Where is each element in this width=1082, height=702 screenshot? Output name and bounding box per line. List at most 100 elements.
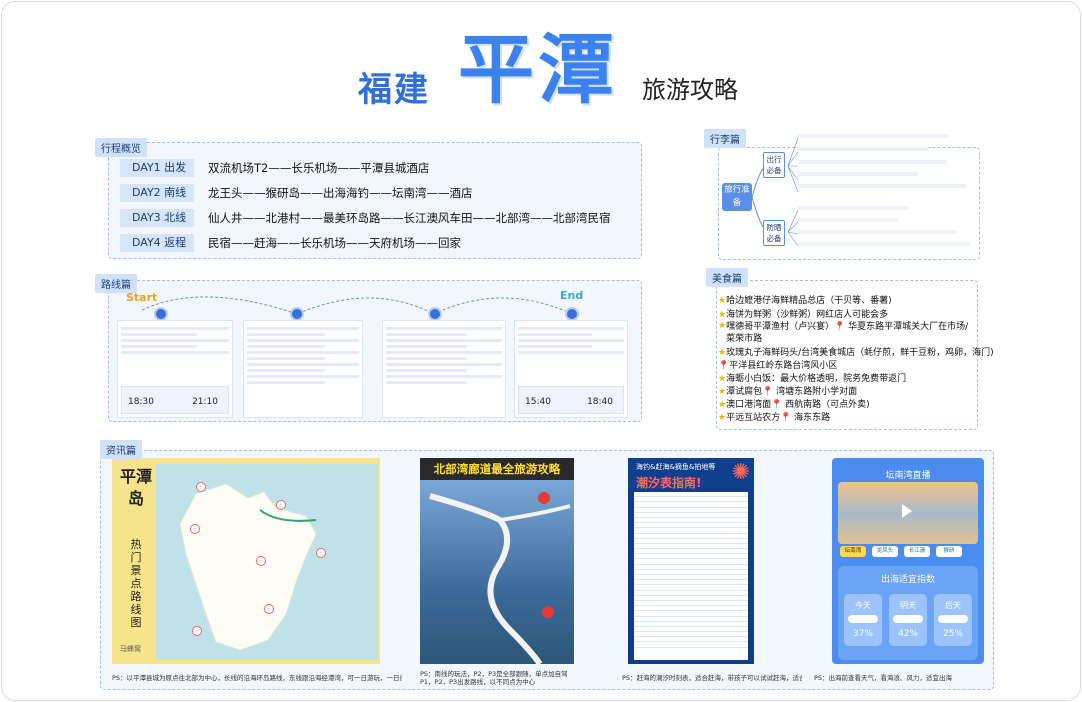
luggage-leaf <box>798 160 946 164</box>
forecast-day-after: 后天 25% <box>934 594 972 646</box>
island-shape <box>179 483 317 651</box>
food-item: ★平远互站农方📍 海东东路 <box>718 413 831 423</box>
itinerary-tag: 行程概览 <box>95 138 147 157</box>
luggage-leaf <box>798 230 956 234</box>
map-subtitle: 热门景点路线图 <box>130 538 142 629</box>
flight-departure-time: 18:30 <box>128 397 154 407</box>
tide-caption: PS：赶海的潮汐时刻表，适合赶海，带孩子可以试试赶海，适合看海 <box>622 674 802 682</box>
map-title: 平潭岛 <box>119 467 152 508</box>
luggage-branch-travel: 出行必备 <box>763 152 785 178</box>
title-main: 平潭 <box>458 25 618 114</box>
flight-card-outbound: 18:30 21:10 <box>121 386 229 414</box>
star-icon: ★ <box>718 413 727 423</box>
map-sea: · · · · · · · <box>156 464 378 660</box>
luggage-leaf <box>798 147 928 151</box>
map-caption: PS：以平潭县城为原点往北部为中心，长线的沿海环岛路线，东线跟沿海经港湾，可一日… <box>112 674 402 682</box>
flight-arrival-time: 18:40 <box>587 397 613 407</box>
day-label: DAY1 出发 <box>120 159 194 177</box>
spot-button[interactable]: 长江澳 <box>904 546 930 557</box>
route-end-label: End <box>560 289 584 302</box>
map-spot-label: · <box>192 626 202 636</box>
itinerary-day-3: DAY3 北线 仙人井——北港村——最美环岛路——长江澳风车田——北部湾——北部… <box>120 209 611 227</box>
octopus-icon: ✺ <box>731 460 750 485</box>
page-title: 福建 平潭 旅游攻略 <box>2 25 1080 118</box>
food-item: ★潭试腐包📍 湾塘东路附小学对面 <box>718 387 858 397</box>
route-tag: 路线篇 <box>95 274 137 293</box>
flight-departure-time: 15:40 <box>525 397 551 407</box>
star-icon: ★ <box>718 296 727 306</box>
north-coast-title: 北部湾廊道最全旅游攻略 <box>420 458 574 480</box>
day-label: DAY4 返程 <box>120 234 194 252</box>
map-spot-label: · <box>256 556 266 566</box>
play-icon[interactable] <box>902 504 912 518</box>
map-spot-label: · <box>190 524 200 534</box>
spot-button[interactable]: 坛南湾 <box>840 546 866 557</box>
weather-card[interactable]: 坛南湾直播 坛南湾 龙凤头 长江澳 猴研 出海适宜指数 今天 37% 明天 42… <box>832 458 984 664</box>
luggage-leaf <box>798 172 918 176</box>
pin-icon: 📍 <box>718 361 730 371</box>
beach-photo <box>838 482 978 544</box>
day-label: DAY3 北线 <box>120 209 194 227</box>
star-icon: ★ <box>718 321 727 331</box>
weather-caption: PS：出海前查看天气，看海浪、风力，适宜出海 <box>814 674 953 682</box>
star-icon: ★ <box>718 374 727 384</box>
star-icon: ★ <box>718 310 727 320</box>
island-map-card[interactable]: · · · · · · · 平潭岛 热门景点路线图 马蜂窝 <box>112 458 380 664</box>
title-prefix: 福建 <box>358 70 430 110</box>
live-stream-title: 坛南湾直播 <box>885 471 931 481</box>
route-node-day1[interactable] <box>154 307 168 321</box>
title-suffix: 旅游攻略 <box>642 76 738 104</box>
food-item: 📍平洋县红岭东路台湾风小区 <box>718 361 838 371</box>
tide-table <box>634 492 748 660</box>
luggage-tag: 行李篇 <box>704 129 746 148</box>
route-card-day2 <box>243 320 363 418</box>
tide-subtitle: 海钓&赶海&摘鱼&拍地等 <box>636 463 716 471</box>
page-frame: 福建 平潭 旅游攻略 行程概览 DAY1 出发 双流机场T2——长乐机场——平潭… <box>1 1 1081 701</box>
day-label: DAY2 南线 <box>120 184 194 202</box>
flight-card-return: 15:40 18:40 <box>518 386 624 414</box>
north-coast-caption: PS：南线的玩法，P2，P3是全部跟随，单点加自驾P1，P2，P3出发路线，以不… <box>420 670 568 686</box>
day-route: 民宿——赶海——长乐机场——天府机场——回家 <box>208 236 461 250</box>
forecast-tomorrow: 明天 42% <box>889 594 927 646</box>
luggage-leaf <box>798 242 970 246</box>
road-path <box>429 492 571 664</box>
food-item: ★海蛎小白饭：最大价格透明，院务免费带返门 <box>718 374 907 384</box>
star-icon: ★ <box>718 400 727 410</box>
route-node-day4[interactable] <box>565 307 579 321</box>
map-spot-label: · <box>276 500 286 510</box>
star-icon: ★ <box>718 348 727 358</box>
spot-button[interactable]: 龙凤头 <box>872 546 898 557</box>
tide-header: 海钓&赶海&摘鱼&拍地等 潮汐表指南! ✺ <box>628 458 754 490</box>
luggage-leaf <box>798 206 908 210</box>
map-spot-label: · <box>264 604 274 614</box>
flight-arrival-time: 21:10 <box>192 397 218 407</box>
tide-title: 潮汐表指南! <box>636 476 702 490</box>
day-route: 双流机场T2——长乐机场——平潭县城酒店 <box>208 161 430 175</box>
forecast-today: 今天 37% <box>844 594 882 646</box>
food-item: ★玫瑰丸子海鲜码头/台湾美食城店（蚝仔煎，鲜干豆粉，鸡卵，海门) <box>718 348 994 358</box>
luggage-leaf <box>798 134 948 138</box>
sea-index-title: 出海适宜指数 <box>880 575 935 585</box>
route-node-day2[interactable] <box>290 307 304 321</box>
luggage-branch-sunscreen: 防晒必备 <box>763 220 785 246</box>
north-coast-photo <box>420 480 574 664</box>
info-tag: 资讯篇 <box>100 440 142 459</box>
itinerary-day-1: DAY1 出发 双流机场T2——长乐机场——平潭县城酒店 <box>120 159 429 177</box>
itinerary-day-2: DAY2 南线 龙王头——猴研岛——出海海钓——坛南湾——酒店 <box>120 184 473 202</box>
spot-button[interactable]: 猴研 <box>936 546 962 557</box>
food-item: ★澳口港湾面📍 西航南路（可点外卖) <box>718 400 870 410</box>
luggage-root-node: 旅行准备 <box>722 183 752 211</box>
route-card-day4: 15:40 18:40 <box>514 320 628 418</box>
food-item: ★哈边嬷港仔海鲜精品总店（干贝等、番薯) <box>718 296 892 306</box>
route-node-day3[interactable] <box>428 307 442 321</box>
day-route: 龙王头——猴研岛——出海海钓——坛南湾——酒店 <box>208 186 473 200</box>
food-item: ★嘿德哥平潭渔村（卢兴宴）📍 华夏东路平潭城关大厂在市场/菜荣市路 <box>718 321 969 344</box>
north-coast-card[interactable]: 北部湾廊道最全旅游攻略 <box>420 458 574 664</box>
map-spot-label: · <box>316 548 326 558</box>
luggage-leaf <box>798 218 898 222</box>
map-logo: 马蜂窝 <box>120 645 141 653</box>
tide-table-card[interactable]: 海钓&赶海&摘鱼&拍地等 潮汐表指南! ✺ <box>628 458 754 664</box>
food-item: ★海饼为鲜粥（沙鲜粥）网红店人可能会多 <box>718 310 889 320</box>
star-icon: ★ <box>718 387 727 397</box>
map-spot-label: · <box>196 482 206 492</box>
